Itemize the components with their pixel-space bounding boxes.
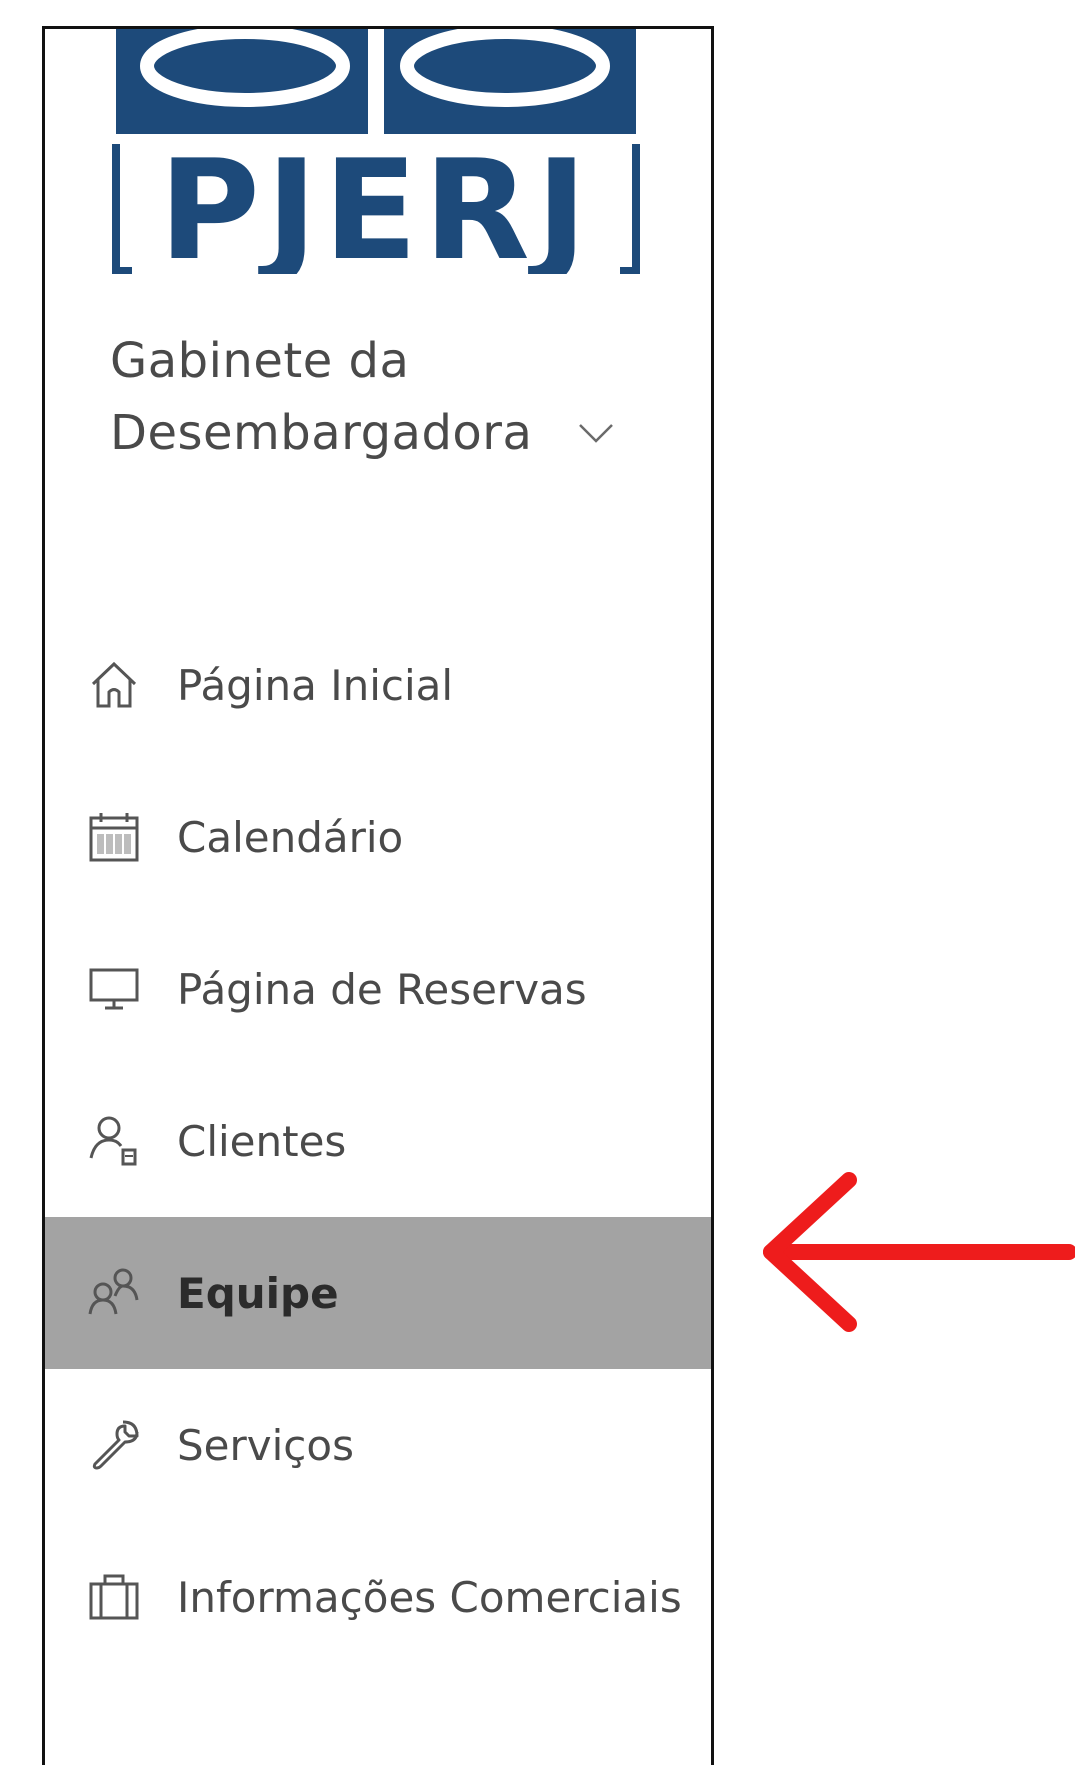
- nav-label: Informações Comerciais: [177, 1572, 682, 1622]
- nav-item-informacoes-comerciais[interactable]: Informações Comerciais: [45, 1521, 711, 1673]
- wrench-icon: [85, 1416, 143, 1474]
- monitor-icon: [85, 960, 143, 1018]
- nav-item-clientes[interactable]: Clientes: [45, 1065, 711, 1217]
- nav-item-pagina-inicial[interactable]: Página Inicial: [45, 609, 711, 761]
- sidebar-panel: PJERJ Gabinete da Desembargadora Página …: [42, 26, 714, 1765]
- home-icon: [85, 656, 143, 714]
- pjerj-logo: PJERJ: [112, 29, 640, 274]
- nav-label: Calendário: [177, 812, 404, 862]
- site-title[interactable]: Gabinete da Desembargadora: [110, 325, 670, 475]
- nav-label: Página de Reservas: [177, 964, 587, 1014]
- chevron-down-icon[interactable]: [578, 421, 614, 445]
- nav-item-equipe[interactable]: Equipe: [45, 1217, 711, 1369]
- site-title-line1: Gabinete da: [110, 333, 410, 389]
- stage: PJERJ Gabinete da Desembargadora Página …: [0, 0, 1077, 1765]
- team-icon: [85, 1264, 143, 1322]
- nav-label: Página Inicial: [177, 660, 454, 710]
- site-title-line2: Desembargadora: [110, 405, 533, 461]
- sidebar-nav: Página Inicial Calendário Página de Rese…: [45, 609, 711, 1673]
- nav-item-pagina-de-reservas[interactable]: Página de Reservas: [45, 913, 711, 1065]
- nav-item-calendario[interactable]: Calendário: [45, 761, 711, 913]
- client-icon: [85, 1112, 143, 1170]
- nav-label: Clientes: [177, 1116, 347, 1166]
- nav-label: Equipe: [177, 1268, 339, 1318]
- red-arrow-left-icon: [763, 1172, 1075, 1332]
- briefcase-icon: [85, 1568, 143, 1626]
- logo-text: PJERJ: [159, 130, 593, 274]
- nav-item-servicos[interactable]: Serviços: [45, 1369, 711, 1521]
- calendar-icon: [85, 808, 143, 866]
- nav-label: Serviços: [177, 1420, 354, 1470]
